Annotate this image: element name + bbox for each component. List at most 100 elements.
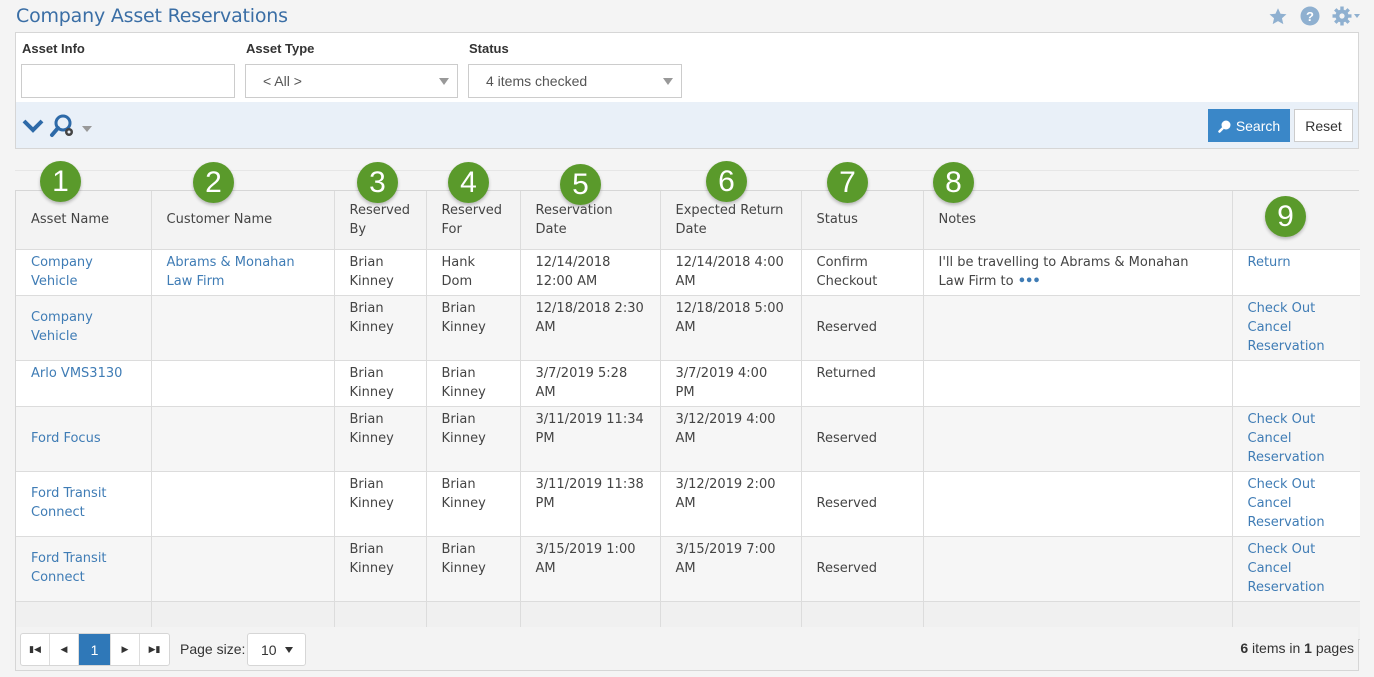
reservation-date-cell: 3/15/2019 1:00 AM xyxy=(520,536,661,602)
asset-info-input[interactable] xyxy=(21,64,235,98)
check-out-link[interactable]: Check Out xyxy=(1248,299,1338,318)
actions-cell: Check Out Cancel Reservation xyxy=(1232,471,1360,537)
notes-cell xyxy=(923,360,1233,407)
column-header-status[interactable]: Status xyxy=(801,191,924,250)
search-button[interactable]: Search xyxy=(1208,109,1290,142)
reservation-date-cell: 3/11/2019 11:38 PM xyxy=(520,471,661,537)
reserved-by-cell: Brian Kinney xyxy=(349,411,394,446)
return-date-cell: 3/7/2019 4:00 PM xyxy=(660,360,802,407)
callout-badge: 2 xyxy=(193,162,234,203)
more-icon[interactable]: ••• xyxy=(1018,274,1041,289)
star-icon[interactable] xyxy=(1268,7,1288,26)
page-size-value: 10 xyxy=(261,641,277,658)
reservation-date-cell: 3/11/2019 11:34 PM xyxy=(535,411,644,446)
reserved-for-cell: Brian Kinney xyxy=(441,411,486,446)
table-row: Arlo VMS3130 Brian Kinney Brian Kinney 3/7/… xyxy=(16,360,1360,407)
column-header-notes[interactable]: Notes xyxy=(923,191,1233,250)
asset-type-select[interactable]: < All > xyxy=(245,64,458,98)
reservation-date-cell: 12/14/2018 12:00 AM xyxy=(520,249,661,296)
column-header-asset-name[interactable]: Asset Name xyxy=(16,191,152,250)
asset-name-cell: Ford Transit Connect xyxy=(16,471,152,537)
first-page-icon[interactable]: ▮◀ xyxy=(21,634,50,665)
search-icon xyxy=(1218,120,1231,133)
asset-name-link[interactable]: Company Vehicle xyxy=(31,310,93,344)
customer-name-cell xyxy=(151,536,335,602)
cancel-reservation-link[interactable]: Cancel Reservation xyxy=(1248,318,1338,356)
filter-panel: Asset Info Asset Type < All > Status 4 i… xyxy=(15,32,1359,149)
pages-text: pages xyxy=(1315,640,1354,656)
page-size-select[interactable]: 10 xyxy=(247,633,306,666)
reserved-by-cell: Brian Kinney xyxy=(349,254,394,289)
gear-icon[interactable] xyxy=(1332,6,1360,26)
status-cell: Reserved xyxy=(801,536,924,602)
reservation-date-cell: 3/11/2019 11:38 PM xyxy=(535,476,644,511)
next-page-icon[interactable]: ▶ xyxy=(111,634,140,665)
reserved-for-cell: Brian Kinney xyxy=(426,295,521,361)
status-cell: Reserved xyxy=(801,406,924,472)
reserved-by-cell: Brian Kinney xyxy=(334,249,427,296)
customer-name-cell xyxy=(151,406,335,472)
page-button-current[interactable]: 1 xyxy=(79,634,111,665)
actions-cell: Return xyxy=(1232,249,1360,296)
asset-name-link[interactable]: Ford Transit Connect xyxy=(31,551,107,585)
asset-name-cell: Company Vehicle xyxy=(16,295,152,361)
asset-name-link[interactable]: Arlo VMS3130 xyxy=(31,366,122,381)
cancel-reservation-link[interactable]: Cancel Reservation xyxy=(1248,494,1338,532)
status-cell: Reserved xyxy=(816,319,878,335)
asset-type-label: Asset Type xyxy=(246,41,315,56)
reserved-for-cell: Brian Kinney xyxy=(441,300,486,335)
help-icon[interactable]: ? xyxy=(1300,6,1320,26)
dropdown-arrow-icon xyxy=(439,78,449,85)
reservation-date-cell: 12/18/2018 2:30 AM xyxy=(535,300,644,335)
table-row: Company Vehicle Abrams & Monahan Law Firm… xyxy=(16,249,1360,296)
reserved-for-cell: Brian Kinney xyxy=(426,360,521,407)
check-out-link[interactable]: Check Out xyxy=(1248,475,1338,494)
status-label: Status xyxy=(469,41,509,56)
dropdown-arrow-icon xyxy=(284,646,293,653)
search-button-label: Search xyxy=(1235,117,1281,134)
cancel-reservation-link[interactable]: Cancel Reservation xyxy=(1248,429,1338,467)
return-date-cell: 3/15/2019 7:00 AM xyxy=(675,541,776,576)
customer-name-link[interactable]: Abrams & Monahan Law Firm xyxy=(167,255,295,289)
check-out-link[interactable]: Check Out xyxy=(1248,410,1338,429)
reserved-by-cell: Brian Kinney xyxy=(349,541,394,576)
reserved-by-cell: Brian Kinney xyxy=(334,295,427,361)
collapse-chevron-icon[interactable] xyxy=(21,117,45,139)
status-select[interactable]: 4 items checked xyxy=(468,64,682,98)
notes-cell xyxy=(923,536,1233,602)
check-out-link[interactable]: Check Out xyxy=(1248,540,1338,559)
reserved-by-cell: Brian Kinney xyxy=(334,536,427,602)
reserved-for-cell: Hank Dom xyxy=(426,249,521,296)
reserved-for-cell: Brian Kinney xyxy=(441,541,486,576)
caret-down-icon[interactable] xyxy=(81,119,93,138)
return-link[interactable]: Return xyxy=(1248,253,1338,272)
asset-name-link[interactable]: Ford Focus xyxy=(31,431,101,446)
cancel-reservation-link[interactable]: Cancel Reservation xyxy=(1248,559,1338,597)
status-cell: Confirm Checkout xyxy=(801,249,924,296)
asset-name-link[interactable]: Company Vehicle xyxy=(31,255,93,289)
last-page-icon[interactable]: ▶▮ xyxy=(140,634,169,665)
asset-name-cell: Ford Transit Connect xyxy=(16,536,152,602)
customer-name-cell xyxy=(151,360,335,407)
reserved-by-cell: Brian Kinney xyxy=(349,365,394,400)
reserved-by-cell: Brian Kinney xyxy=(349,300,394,335)
column-header-customer-name[interactable]: Customer Name xyxy=(151,191,335,250)
notes-cell xyxy=(923,295,1233,361)
advanced-search-icon[interactable] xyxy=(49,113,77,143)
reserved-by-cell: Brian Kinney xyxy=(334,360,427,407)
callout-badge: 7 xyxy=(827,162,868,203)
svg-text:?: ? xyxy=(1306,9,1314,24)
notes-text: I'll be travelling to Abrams & Monahan L… xyxy=(938,254,1189,289)
table-row: Ford Transit Connect Brian Kinney Brian Ki… xyxy=(16,536,1360,602)
return-date-cell: 12/18/2018 5:00 AM xyxy=(675,300,784,335)
callout-badge: 9 xyxy=(1265,196,1306,237)
status-cell: Reserved xyxy=(816,430,878,446)
page-title: Company Asset Reservations xyxy=(16,5,288,27)
prev-page-icon[interactable]: ◀ xyxy=(50,634,79,665)
return-date-cell: 12/18/2018 5:00 AM xyxy=(660,295,802,361)
asset-name-link[interactable]: Ford Transit Connect xyxy=(31,486,107,520)
reset-button[interactable]: Reset xyxy=(1294,109,1353,142)
return-date-cell: 3/12/2019 2:00 AM xyxy=(660,471,802,537)
reserved-by-cell: Brian Kinney xyxy=(334,406,427,472)
reserved-for-cell: Brian Kinney xyxy=(426,471,521,537)
